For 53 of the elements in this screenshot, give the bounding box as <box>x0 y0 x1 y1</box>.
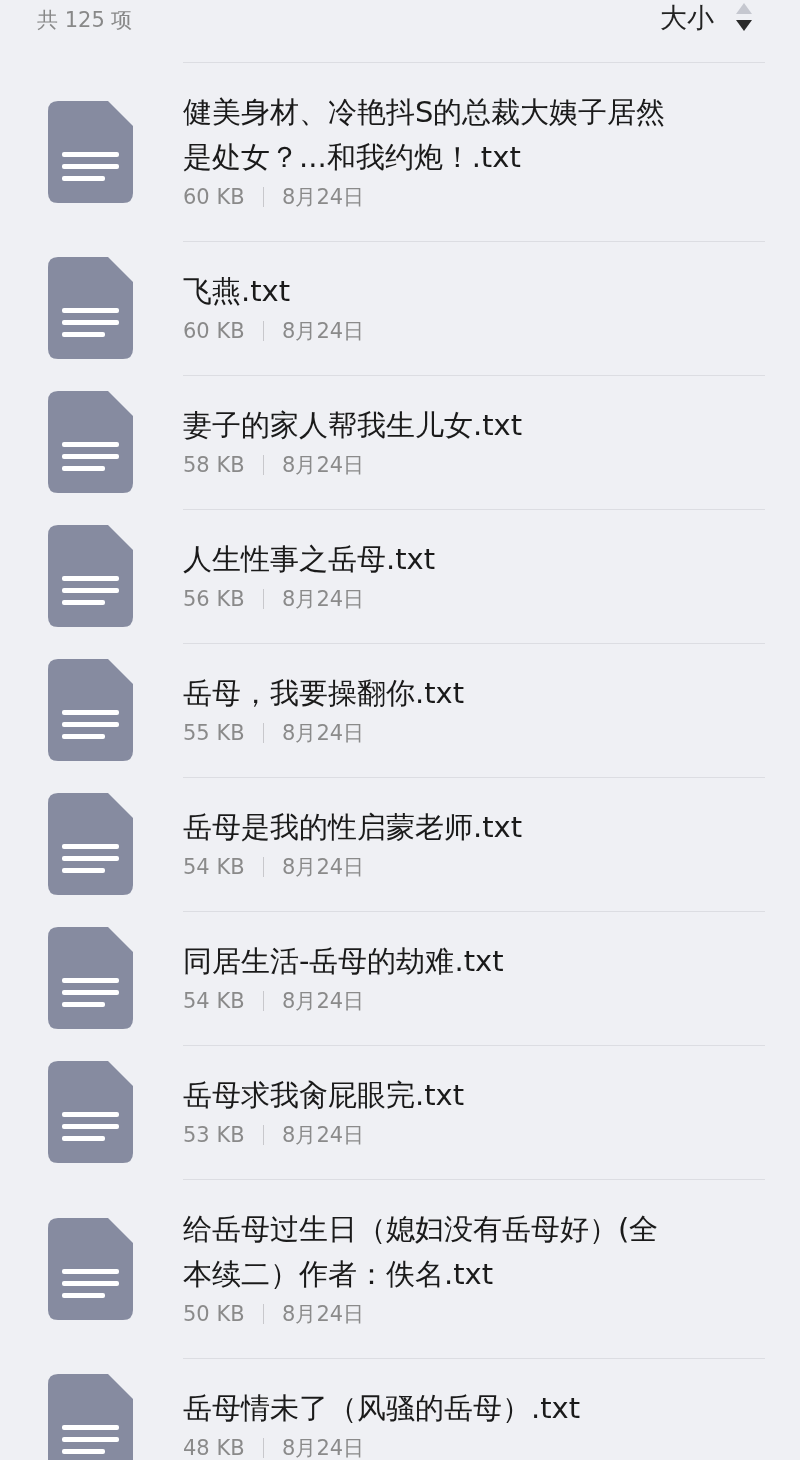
file-row[interactable]: 同居生活-岳母的劫难.txt 54 KB 8月24日 <box>0 911 800 1045</box>
file-row[interactable]: 人生性事之岳母.txt 56 KB 8月24日 <box>0 509 800 643</box>
sort-button[interactable]: 大小 <box>660 0 752 36</box>
file-name: 岳母是我的性启蒙老师.txt <box>183 809 524 846</box>
file-date: 8月24日 <box>282 318 365 345</box>
document-icon <box>48 257 133 359</box>
document-icon <box>48 927 133 1029</box>
document-icon <box>48 391 133 493</box>
file-size: 60 KB <box>183 318 245 345</box>
document-icon <box>48 100 133 203</box>
file-name: 给岳母过生日（媳妇没有岳母好）(全本续二）作者：佚名.txt <box>183 1211 660 1293</box>
file-date: 8月24日 <box>282 1435 365 1460</box>
file-name: 妻子的家人帮我生儿女.txt <box>183 407 524 444</box>
document-icon <box>48 659 133 761</box>
file-row[interactable]: 飞燕.txt 60 KB 8月24日 <box>0 241 800 375</box>
item-count: 共 125 项 <box>37 7 133 34</box>
file-name: 飞燕.txt <box>183 273 292 310</box>
file-size: 48 KB <box>183 1435 245 1460</box>
file-size: 56 KB <box>183 586 245 613</box>
document-icon <box>48 1061 133 1163</box>
file-date: 8月24日 <box>282 854 365 881</box>
document-icon <box>48 793 133 895</box>
file-size: 58 KB <box>183 452 245 479</box>
file-date: 8月24日 <box>282 1301 365 1328</box>
file-row[interactable]: 岳母情未了（风骚的岳母）.txt 48 KB 8月24日 <box>0 1358 800 1460</box>
file-size: 55 KB <box>183 720 245 747</box>
file-row[interactable]: 岳母是我的性启蒙老师.txt 54 KB 8月24日 <box>0 777 800 911</box>
file-row[interactable]: 给岳母过生日（媳妇没有岳母好）(全本续二）作者：佚名.txt 50 KB 8月24日 <box>0 1179 800 1358</box>
file-date: 8月24日 <box>282 586 365 613</box>
document-icon <box>48 525 133 627</box>
file-date: 8月24日 <box>282 720 365 747</box>
file-size: 53 KB <box>183 1122 245 1149</box>
file-name: 岳母情未了（风骚的岳母）.txt <box>183 1390 582 1427</box>
file-name: 岳母求我肏屁眼完.txt <box>183 1077 466 1114</box>
file-size: 50 KB <box>183 1301 245 1328</box>
file-name: 同居生活-岳母的劫难.txt <box>183 943 505 980</box>
file-name: 岳母，我要操翻你.txt <box>183 675 466 712</box>
file-name: 人生性事之岳母.txt <box>183 541 437 578</box>
file-row[interactable]: 妻子的家人帮我生儿女.txt 58 KB 8月24日 <box>0 375 800 509</box>
file-date: 8月24日 <box>282 452 365 479</box>
file-size: 54 KB <box>183 988 245 1015</box>
file-row[interactable]: 岳母，我要操翻你.txt 55 KB 8月24日 <box>0 643 800 777</box>
file-row[interactable]: 岳母求我肏屁眼完.txt 53 KB 8月24日 <box>0 1045 800 1179</box>
document-icon <box>48 1217 133 1320</box>
sort-icon <box>736 3 752 33</box>
file-date: 8月24日 <box>282 1122 365 1149</box>
file-date: 8月24日 <box>282 184 365 211</box>
file-size: 60 KB <box>183 184 245 211</box>
file-name: 健美身材、冷艳抖S的总裁大姨子居然是处女？...和我约炮！.txt <box>183 94 667 176</box>
file-size: 54 KB <box>183 854 245 881</box>
document-icon <box>48 1374 133 1460</box>
file-date: 8月24日 <box>282 988 365 1015</box>
file-row[interactable]: 健美身材、冷艳抖S的总裁大姨子居然是处女？...和我约炮！.txt 60 KB 8月24日 <box>0 62 800 241</box>
